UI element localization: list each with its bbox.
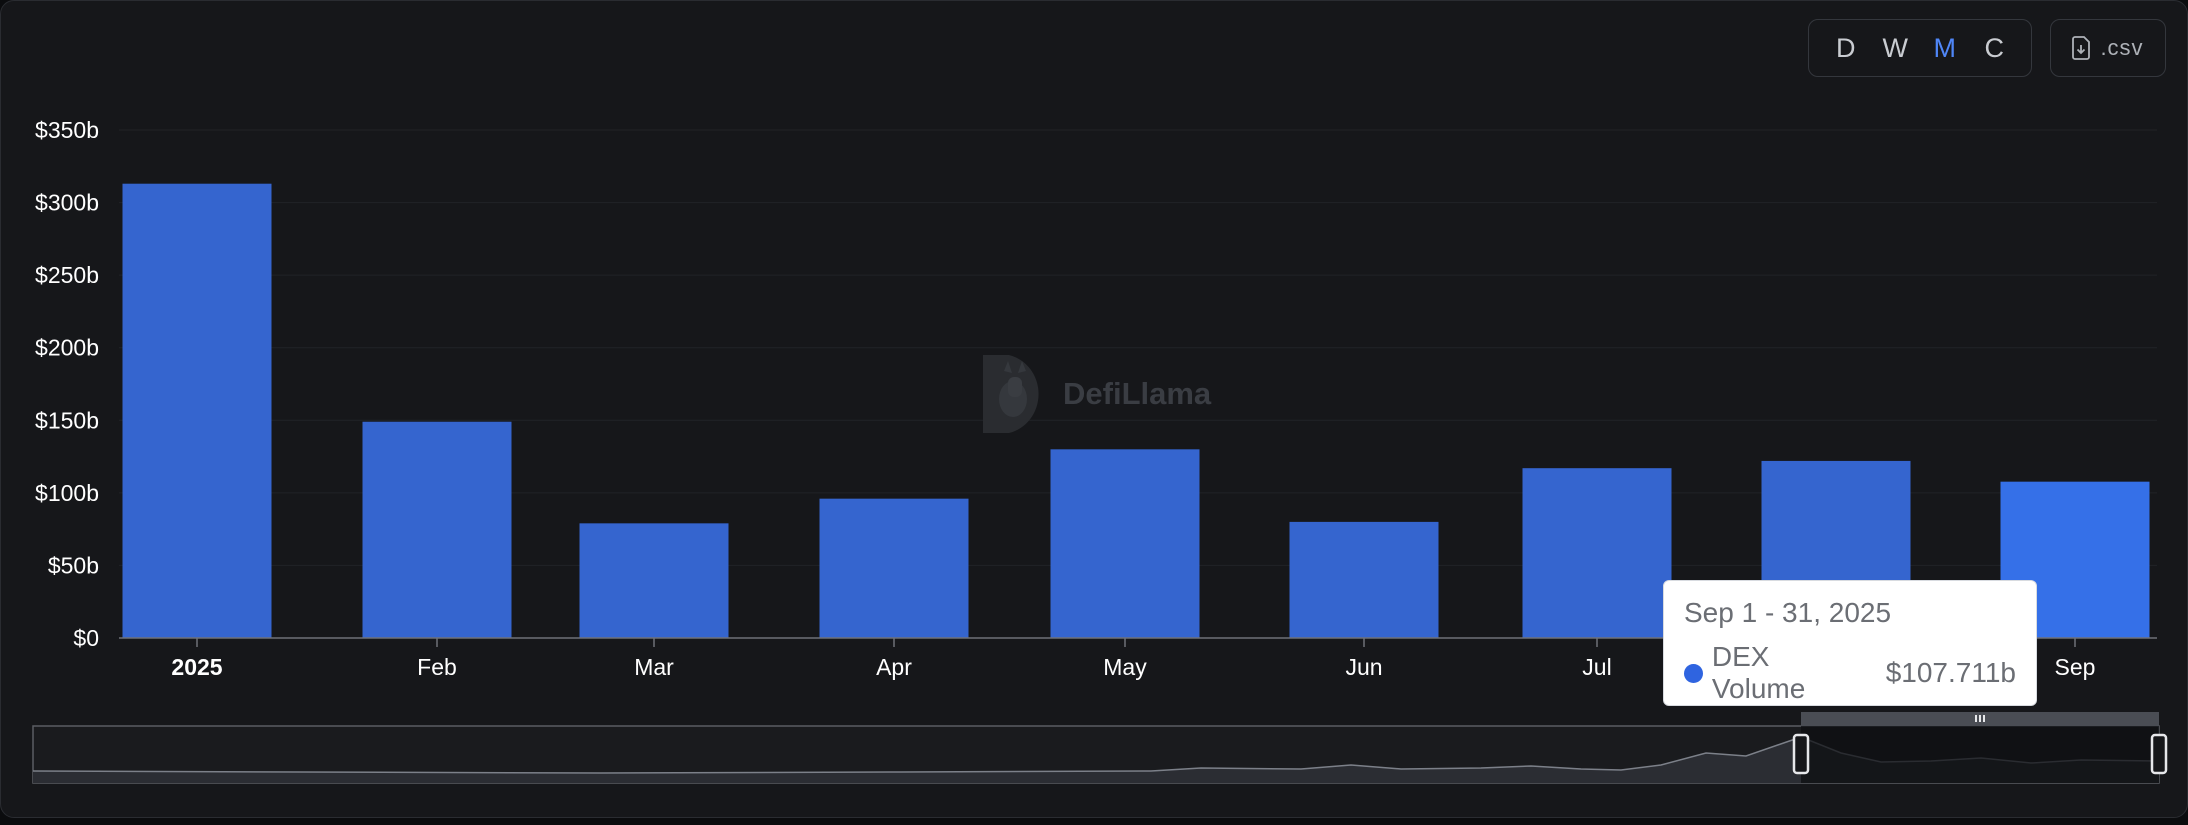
zoom-handle-left[interactable]: [1792, 733, 1810, 775]
tooltip-value: $107.711b: [1885, 657, 2016, 688]
bar-2025[interactable]: [122, 183, 272, 638]
x-tick-label: May: [1103, 654, 1147, 680]
data-zoom-slider[interactable]: [32, 712, 2168, 784]
period-toggle-group: D W M C: [1808, 19, 2032, 77]
chart-panel: $0 $50b $100b $150b $200b $250b $300b $350b 202…: [0, 0, 2188, 818]
csv-download-button[interactable]: .csv: [2050, 19, 2166, 77]
watermark-text: DefiLlama: [1063, 376, 1212, 411]
y-tick-label: $50b: [48, 552, 99, 578]
period-button-w[interactable]: W: [1873, 33, 1917, 64]
llama-logo-icon: [983, 355, 1039, 433]
bar-apr[interactable]: [819, 498, 969, 638]
period-button-m[interactable]: M: [1923, 33, 1967, 64]
x-tick-label: Jul: [1582, 654, 1611, 680]
bar-may[interactable]: [1050, 449, 1200, 638]
y-tick-label: $0: [73, 625, 99, 651]
period-button-c[interactable]: C: [1972, 33, 2016, 64]
chart-tooltip: Sep 1 - 31, 2025 DEX Volume $107.711b: [1663, 580, 2037, 706]
y-tick-label: $300b: [35, 190, 99, 216]
zoom-handle-right[interactable]: [2150, 733, 2168, 775]
x-tick-label: Apr: [876, 654, 912, 680]
x-tick-label: Mar: [634, 654, 674, 680]
x-tick-label: 2025: [171, 654, 222, 680]
y-tick-label: $100b: [35, 480, 99, 506]
zoom-selected-window[interactable]: [1801, 726, 2159, 783]
x-tick-label: Jun: [1345, 654, 1382, 680]
y-tick-label: $350b: [35, 117, 99, 143]
y-tick-label: $200b: [35, 335, 99, 361]
tooltip-series-name: DEX Volume: [1711, 641, 1806, 704]
y-axis-labels: $0 $50b $100b $150b $200b $250b $300b $350b: [35, 117, 99, 651]
series-color-dot: [1684, 663, 1703, 683]
tooltip-title: Sep 1 - 31, 2025: [1684, 597, 1892, 628]
y-tick-label: $150b: [35, 407, 99, 433]
bar-mar[interactable]: [579, 523, 729, 638]
x-tick-label: Feb: [417, 654, 457, 680]
watermark: DefiLlama: [979, 353, 1211, 435]
bar-jun[interactable]: [1289, 521, 1439, 638]
x-tick-label: Sep: [2055, 654, 2096, 680]
csv-label: .csv: [2100, 35, 2144, 60]
bar-feb[interactable]: [362, 421, 512, 638]
period-button-d[interactable]: D: [1824, 33, 1868, 64]
bar-jul[interactable]: [1522, 468, 1672, 638]
y-tick-label: $250b: [35, 262, 99, 288]
zoom-drag-grip-icon: [1975, 715, 1985, 722]
file-download-icon: [2072, 36, 2091, 60]
tooltip-row: DEX Volume $107.711b: [1684, 641, 2016, 705]
